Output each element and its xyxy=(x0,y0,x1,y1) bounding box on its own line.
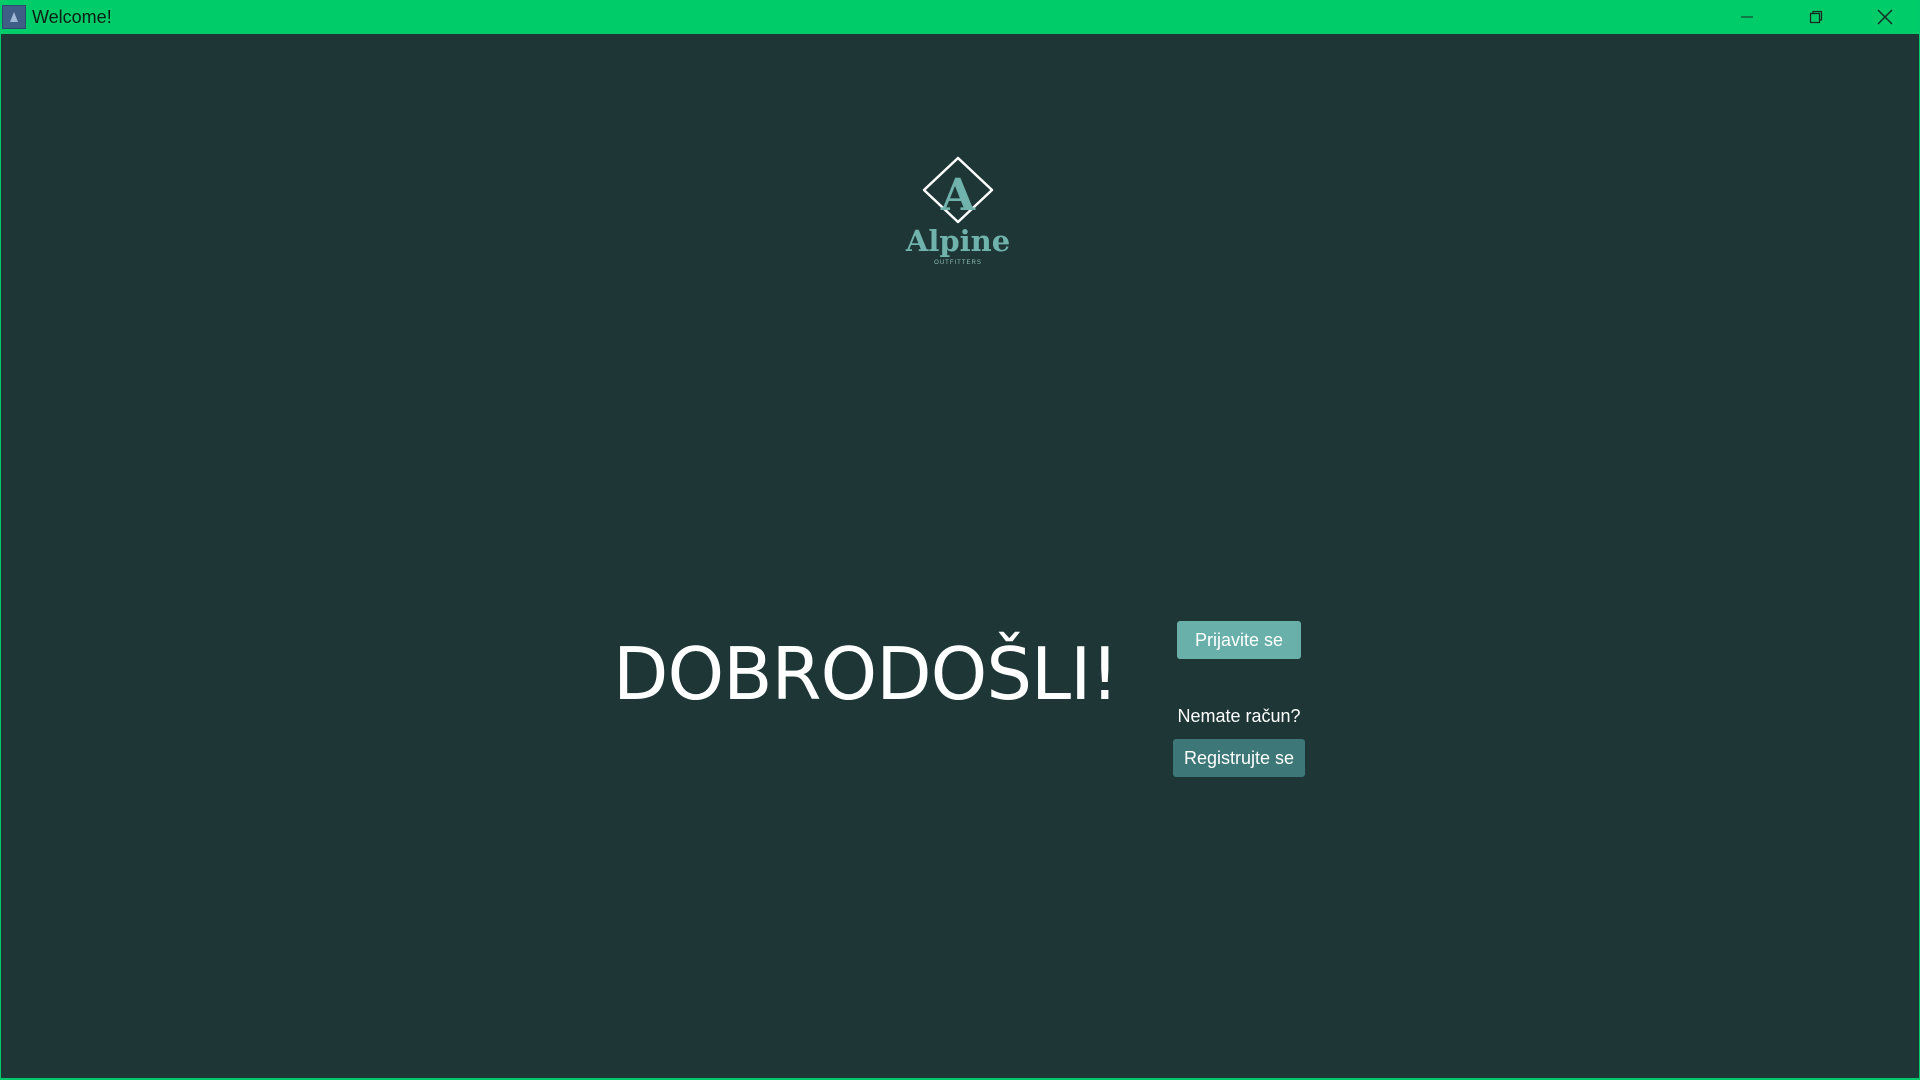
restore-button[interactable] xyxy=(1781,0,1850,34)
register-button[interactable]: Registrujte se xyxy=(1173,739,1305,777)
no-account-label: Nemate račun? xyxy=(1177,706,1301,726)
logo-diamond-icon: A xyxy=(922,156,994,224)
logo-mark: A xyxy=(940,170,976,221)
login-button[interactable]: Prijavite se xyxy=(1177,621,1301,659)
brand-logo: A Alpine OUTFITTERS xyxy=(893,152,1023,282)
minimize-icon xyxy=(1740,16,1753,18)
welcome-headline: DOBRODOŠLI! xyxy=(613,632,1119,716)
logo-tagline: OUTFITTERS xyxy=(934,260,982,266)
title-bar[interactable]: Welcome! xyxy=(1,0,1919,34)
close-button[interactable] xyxy=(1850,0,1919,34)
minimize-button[interactable] xyxy=(1712,0,1781,34)
app-icon xyxy=(2,5,26,29)
window-controls xyxy=(1712,0,1919,34)
app-window: Welcome! A Alpine OUTFITTERS DOBRODOŠLI!… xyxy=(0,0,1920,1080)
window-title: Welcome! xyxy=(32,6,112,27)
restore-icon xyxy=(1809,10,1822,24)
logo-brand-name: Alpine xyxy=(905,224,1011,258)
close-icon xyxy=(1876,9,1893,25)
